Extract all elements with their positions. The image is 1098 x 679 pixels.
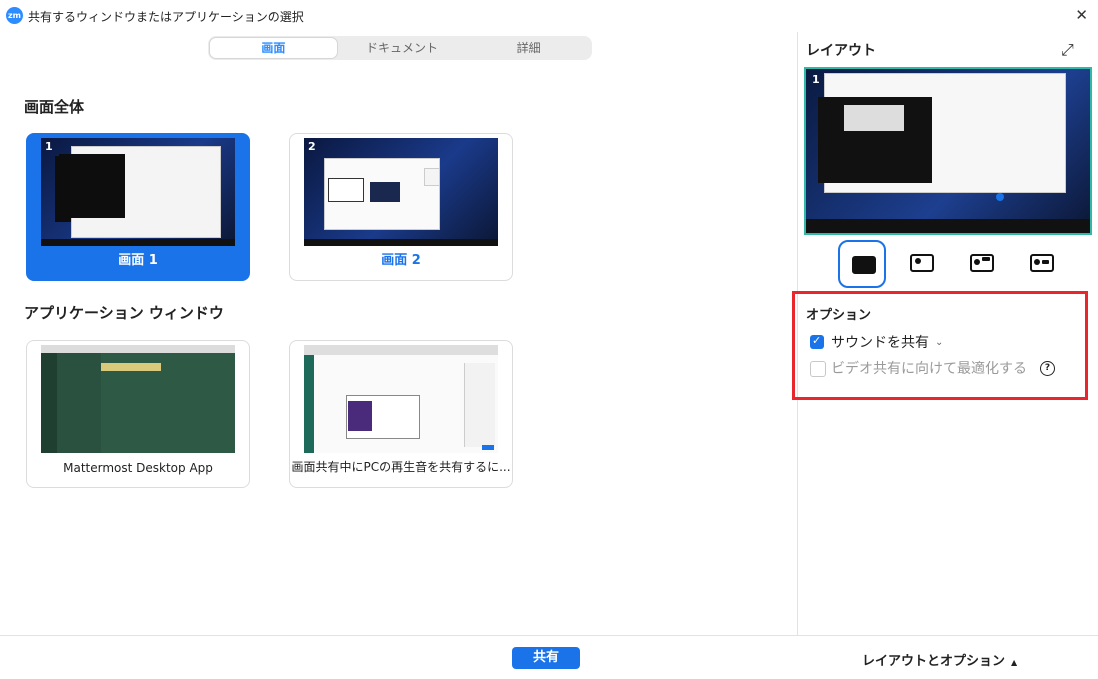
close-icon[interactable]: ✕	[1075, 6, 1088, 24]
screen-badge: 2	[308, 140, 316, 153]
window-title: 共有するウィンドウまたはアプリケーションの選択	[28, 10, 304, 24]
screen-label: 画面 2	[381, 253, 421, 268]
tab-screen[interactable]: 画面	[209, 37, 338, 59]
screen-card-1[interactable]: 1 画面 1	[26, 133, 250, 281]
layout-title: レイアウト	[806, 43, 876, 59]
screen-badge: 1	[45, 140, 53, 153]
tab-document[interactable]: ドキュメント	[339, 36, 466, 60]
browser-thumbnail	[304, 345, 498, 453]
title-bar: zm 共有するウィンドウまたはアプリケーションの選択 ✕	[0, 0, 1098, 32]
share-sound-checkbox[interactable]	[810, 334, 824, 349]
screen-card-2[interactable]: 2 画面 2	[289, 133, 513, 281]
screen-only-icon	[852, 256, 876, 274]
app-label: Mattermost Desktop App	[63, 461, 213, 475]
section-title-screens: 画面全体	[24, 98, 85, 116]
help-icon[interactable]: ?	[1040, 361, 1055, 376]
share-button[interactable]: 共有	[512, 647, 580, 669]
mattermost-thumbnail	[41, 345, 235, 453]
camera-small-icon	[910, 254, 934, 272]
layout-options-row	[834, 240, 1074, 288]
section-title-apps: アプリケーション ウィンドウ	[24, 304, 224, 322]
optimize-video-checkbox[interactable]	[810, 361, 826, 377]
layout-camera-large-button[interactable]	[1018, 240, 1062, 284]
camera-medium-icon	[970, 254, 994, 272]
layout-screen-only-button[interactable]	[838, 240, 886, 288]
layout-options-label: レイアウトとオプション	[862, 654, 1006, 669]
caret-up-icon: ▲	[1011, 658, 1018, 667]
app-card-mattermost[interactable]: Mattermost Desktop App	[26, 340, 250, 488]
footer-divider	[0, 635, 1098, 636]
chevron-down-icon[interactable]: ⌄	[935, 337, 943, 348]
layout-camera-small-button[interactable]	[898, 240, 942, 284]
app-label: 画面共有中にPCの再生音を共有するに...	[291, 460, 511, 474]
layout-camera-medium-button[interactable]	[958, 240, 1002, 284]
options-title: オプション	[806, 308, 872, 323]
camera-large-icon	[1030, 254, 1054, 272]
layout-preview: 1	[804, 67, 1092, 235]
screen-1-thumbnail	[41, 138, 235, 246]
expand-icon[interactable]: ⤢	[1061, 40, 1074, 60]
share-tabs: 画面 ドキュメント 詳細	[208, 36, 592, 60]
optimize-video-label: ビデオ共有に向けて最適化する	[831, 361, 1027, 377]
screen-2-thumbnail	[304, 138, 498, 246]
preview-badge: 1	[812, 73, 820, 86]
app-card-browser[interactable]: 画面共有中にPCの再生音を共有するに...	[289, 340, 513, 488]
zoom-logo-icon: zm	[6, 7, 23, 24]
tab-advanced[interactable]: 詳細	[465, 36, 592, 60]
share-sound-label: サウンドを共有	[831, 335, 929, 351]
screen-label: 画面 1	[118, 253, 158, 268]
layout-options-toggle[interactable]: レイアウトとオプション ▲	[862, 650, 1017, 669]
